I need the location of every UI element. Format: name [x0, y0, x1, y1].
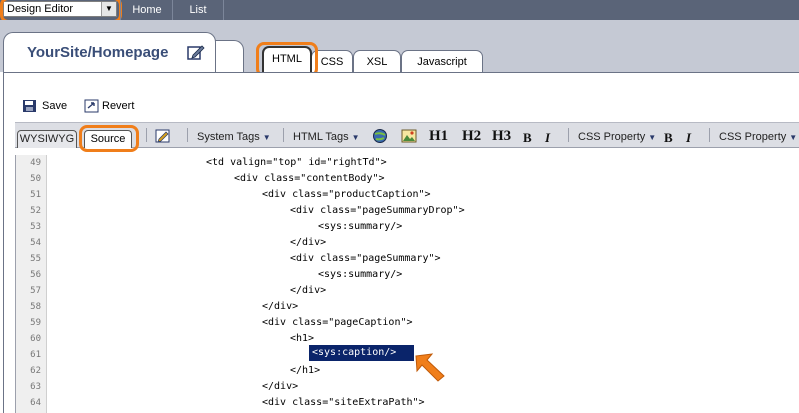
chevron-down-icon: ▼: [648, 133, 657, 142]
line-number: 60: [30, 334, 41, 344]
tab-xsl[interactable]: XSL: [353, 50, 401, 72]
chevron-down-icon: ▼: [789, 133, 798, 142]
code-line[interactable]: </div>: [262, 379, 298, 395]
italic-button[interactable]: I: [545, 130, 550, 146]
page-title: YourSite/Homepage: [27, 44, 169, 61]
css-property-label-1: CSS Property: [578, 131, 646, 143]
line-number: 63: [30, 382, 41, 392]
line-number: 62: [30, 366, 41, 376]
line-number: 64: [30, 398, 41, 408]
line-number: 49: [30, 158, 41, 168]
save-disk-icon[interactable]: [22, 99, 38, 113]
tab-wysiwyg[interactable]: WYSIWYG: [17, 130, 77, 148]
css-property-menu-1[interactable]: CSS Property ▼: [578, 131, 656, 143]
site-tab-tail: [214, 40, 244, 72]
bold-button-2[interactable]: B: [664, 130, 673, 146]
code-line[interactable]: <div class="contentBody">: [234, 171, 385, 187]
html-tags-menu[interactable]: HTML Tags ▼: [293, 131, 360, 143]
toolbar-divider: [146, 128, 147, 142]
code-line[interactable]: <div class="pageSummaryDrop">: [290, 203, 465, 219]
system-tags-label: System Tags: [197, 131, 260, 143]
style-edit-icon[interactable]: [155, 128, 171, 144]
mode-select[interactable]: Design Editor ▼: [3, 1, 117, 17]
nav-list[interactable]: List: [172, 0, 224, 20]
insert-image-icon[interactable]: [401, 128, 417, 144]
toolbar-divider: [568, 128, 569, 142]
code-line[interactable]: <sys:summary/>: [318, 267, 402, 283]
tab-html[interactable]: HTML: [262, 46, 312, 73]
globe-link-icon[interactable]: [372, 128, 388, 144]
pencil-edit-icon[interactable]: [187, 44, 205, 60]
toolbar-divider: [283, 128, 284, 142]
toolbar-divider: [709, 128, 710, 142]
code-line[interactable]: <div class="siteExtraPath">: [262, 395, 425, 411]
line-number: 56: [30, 270, 41, 280]
revert-button[interactable]: Revert: [102, 99, 134, 113]
line-number: 50: [30, 174, 41, 184]
system-tags-menu[interactable]: System Tags ▼: [197, 131, 271, 143]
line-number: 58: [30, 302, 41, 312]
heading-1-button[interactable]: H1: [429, 128, 448, 145]
nav-home[interactable]: Home: [120, 0, 173, 20]
tab-source[interactable]: Source: [84, 130, 132, 148]
mode-select-value: Design Editor: [7, 3, 74, 15]
line-number: 52: [30, 206, 41, 216]
code-line-selected[interactable]: <sys:caption/>: [312, 345, 396, 361]
code-line[interactable]: </h1>: [290, 363, 320, 379]
line-number: 51: [30, 190, 41, 200]
line-number: 53: [30, 222, 41, 232]
line-number: 59: [30, 318, 41, 328]
code-line[interactable]: <td valign="top" id="rightTd">: [206, 155, 387, 171]
chevron-down-icon: ▼: [262, 133, 271, 142]
orange-arrow-icon: [415, 353, 445, 382]
code-line[interactable]: <h1>: [290, 331, 314, 347]
line-number: 61: [30, 350, 41, 360]
code-line[interactable]: </div>: [290, 283, 326, 299]
code-line[interactable]: <div class="productCaption">: [262, 187, 431, 203]
css-property-menu-2[interactable]: CSS Property ▼: [719, 131, 797, 143]
toolbar-divider: [187, 128, 188, 142]
save-button[interactable]: Save: [42, 99, 67, 113]
revert-icon[interactable]: [84, 99, 100, 113]
code-line[interactable]: </div>: [262, 299, 298, 315]
code-line[interactable]: <div class="pageSummary">: [290, 251, 441, 267]
line-number: 54: [30, 238, 41, 248]
tab-javascript[interactable]: Javascript: [401, 50, 483, 72]
css-property-label-2: CSS Property: [719, 131, 787, 143]
tab-css[interactable]: CSS: [311, 50, 353, 72]
line-number: 57: [30, 286, 41, 296]
italic-button-2[interactable]: I: [686, 130, 691, 146]
heading-2-button[interactable]: H2: [462, 128, 481, 145]
code-line[interactable]: </div>: [290, 235, 326, 251]
bold-button[interactable]: B: [523, 130, 532, 146]
code-line[interactable]: <div class="pageCaption">: [262, 315, 413, 331]
chevron-down-icon: ▼: [351, 133, 360, 142]
chevron-down-icon[interactable]: ▼: [101, 2, 116, 16]
line-number: 55: [30, 254, 41, 264]
code-line[interactable]: <sys:summary/>: [318, 219, 402, 235]
html-tags-label: HTML Tags: [293, 131, 349, 143]
heading-3-button[interactable]: H3: [492, 128, 511, 145]
